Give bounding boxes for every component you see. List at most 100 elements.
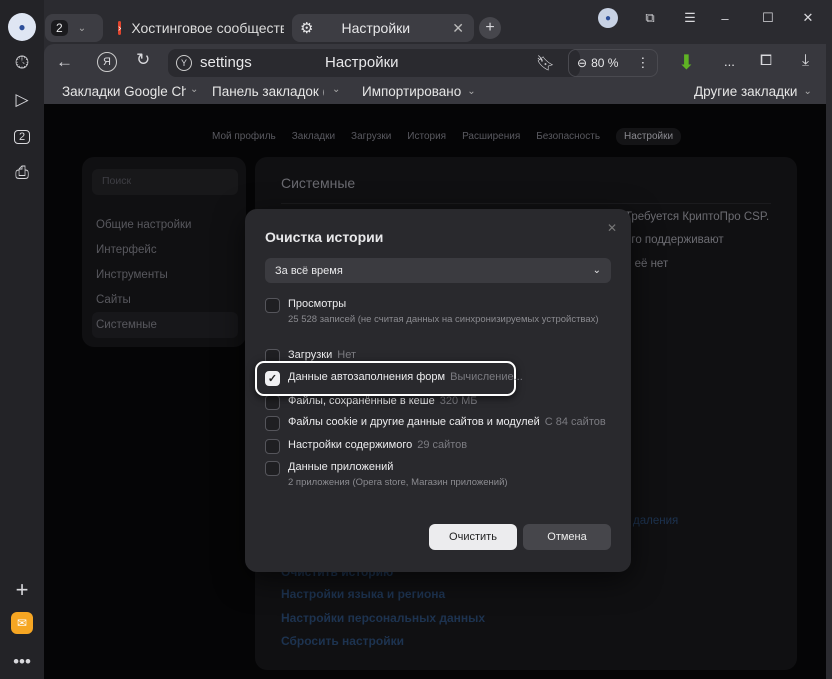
reload-icon[interactable]: ↻ bbox=[136, 50, 150, 70]
history-icon[interactable]: 🕓︎ bbox=[8, 49, 36, 77]
sidebar-item-sites[interactable]: Сайты bbox=[96, 294, 131, 306]
option-sub: 2 приложения (Opera store, Магазин прило… bbox=[288, 477, 508, 488]
chevron-down-icon: ⌄ bbox=[467, 86, 476, 97]
checkbox[interactable] bbox=[265, 416, 280, 431]
downloads-icon[interactable]: ⤓ bbox=[802, 52, 809, 70]
tab-settings[interactable]: ⚙ Настройки ✕ bbox=[292, 14, 474, 42]
bookmark-label: Другие закладки bbox=[694, 84, 798, 99]
bookmark-label: Панель закладок (Ec bbox=[212, 84, 324, 99]
setting-text: Требуется КриптоПро CSP. bbox=[625, 211, 770, 223]
option-cache[interactable]: Файлы, сохранённые в кеше 320 МБ bbox=[265, 395, 478, 410]
option-cookies[interactable]: Файлы cookie и другие данные сайтов и мо… bbox=[265, 416, 606, 431]
checkbox[interactable] bbox=[265, 298, 280, 313]
bookmark-label: Импортировано bbox=[362, 84, 462, 99]
checkbox-checked[interactable]: ✓ bbox=[265, 371, 280, 386]
option-label: Файлы, сохранённые в кеше bbox=[288, 395, 435, 407]
option-label: Загрузки bbox=[288, 349, 333, 361]
settings-search-input[interactable]: Поиск bbox=[92, 169, 238, 195]
checkbox[interactable] bbox=[265, 461, 280, 476]
nav-bookmarks[interactable]: Закладки bbox=[292, 131, 335, 142]
yandex-icon[interactable]: Я bbox=[97, 52, 117, 72]
minimize-icon[interactable]: – bbox=[715, 8, 735, 28]
setting-link[interactable]: даления bbox=[633, 515, 678, 527]
mail-icon[interactable]: ✉ bbox=[11, 612, 33, 634]
checkbox[interactable] bbox=[265, 395, 280, 410]
profile-avatar-icon[interactable]: ● bbox=[8, 13, 36, 41]
option-views[interactable]: Просмотры 25 528 записей (не считая данны… bbox=[265, 298, 599, 325]
nav-downloads[interactable]: Загрузки bbox=[351, 131, 391, 142]
add-icon[interactable]: + bbox=[8, 576, 36, 604]
checkbox[interactable] bbox=[265, 439, 280, 454]
option-label: Данные приложений bbox=[288, 461, 394, 473]
bookmark-label: Закладки Google Ch bbox=[62, 84, 186, 99]
clear-button[interactable]: Очистить bbox=[429, 524, 517, 550]
chevron-down-icon: ⌄ bbox=[190, 84, 199, 95]
dialog-title: Очистка истории bbox=[265, 229, 384, 245]
tab-title: Настройки bbox=[341, 20, 411, 36]
language-region-link[interactable]: Настройки языка и региона bbox=[281, 587, 445, 601]
profile-icon[interactable]: ● bbox=[598, 8, 618, 28]
option-autofill[interactable]: ✓ Данные автозаполнения форм Вычисление... bbox=[265, 371, 523, 386]
option-app-data[interactable]: Данные приложений 2 приложения (Opera sto… bbox=[265, 461, 508, 488]
toolbar: ← Я ↻ Y settings Настройки 🔖︎ ⊖ 80 % ⋮ ⬇… bbox=[44, 44, 826, 104]
bookmark-folder[interactable]: Панель закладок (Ec bbox=[212, 84, 324, 99]
section-title: Системные bbox=[281, 175, 356, 191]
kebab-menu-icon[interactable]: ⋮ bbox=[636, 55, 649, 71]
close-window-icon[interactable]: ✕ bbox=[798, 8, 818, 28]
sidebar-panel-icon[interactable]: ⧠ bbox=[760, 52, 772, 69]
bookmark-folder[interactable]: Закладки Google Ch bbox=[62, 84, 186, 99]
option-content-settings[interactable]: Настройки содержимого 29 сайтов bbox=[265, 439, 467, 454]
address-text: settings bbox=[200, 54, 252, 71]
other-bookmarks[interactable]: Другие закладки ⌄ bbox=[694, 84, 812, 99]
address-bar[interactable]: Y settings Настройки 🔖︎ bbox=[168, 49, 580, 77]
collections-icon[interactable]: ⧉ bbox=[640, 8, 660, 28]
back-icon[interactable]: ← bbox=[56, 52, 73, 72]
nav-settings[interactable]: Настройки bbox=[616, 128, 682, 145]
option-detail: С 84 сайтов bbox=[544, 416, 606, 428]
chevron-down-icon: ⌄ bbox=[803, 86, 812, 97]
tabs-count-icon[interactable]: 2 bbox=[13, 130, 31, 144]
nav-security[interactable]: Безопасность bbox=[536, 131, 600, 142]
more-icon[interactable]: ••• bbox=[8, 648, 36, 676]
nav-profile[interactable]: Мой профиль bbox=[212, 131, 276, 142]
tab-title: Хостинговое сообщество bbox=[131, 20, 284, 36]
tab-group-button[interactable]: 2 ⌄ bbox=[45, 14, 103, 42]
gear-icon: ⚙ bbox=[300, 20, 314, 37]
browser-sidebar: ● 🕓︎ ▷ 2 ⎙ + ✉ ••• bbox=[0, 0, 44, 679]
play-icon[interactable]: ▷ bbox=[8, 86, 36, 114]
option-sub: 25 528 записей (не считая данных на синх… bbox=[288, 314, 599, 325]
option-label: Данные автозаполнения форм bbox=[288, 371, 446, 383]
new-tab-button[interactable]: + bbox=[479, 17, 501, 39]
menu-icon[interactable]: ☰ bbox=[680, 8, 700, 28]
personal-data-link[interactable]: Настройки персональных данных bbox=[281, 611, 485, 625]
reset-settings-link[interactable]: Сбросить настройки bbox=[281, 634, 404, 648]
nav-extensions[interactable]: Расширения bbox=[462, 131, 520, 142]
extensions-more[interactable]: ... bbox=[724, 54, 735, 69]
option-label: Файлы cookie и другие данные сайтов и мо… bbox=[288, 416, 540, 428]
bookmark-icon[interactable]: 🔖︎ bbox=[536, 54, 555, 72]
site-favicon-icon: › bbox=[118, 21, 122, 35]
tab-count: 2 bbox=[51, 20, 68, 36]
zoom-out-icon: ⊖ bbox=[577, 56, 588, 70]
maximize-icon[interactable]: ☐ bbox=[758, 8, 778, 28]
chevron-down-icon: ⌄ bbox=[77, 22, 87, 34]
chevron-down-icon: ⌄ bbox=[332, 84, 341, 95]
sidebar-item-tools[interactable]: Инструменты bbox=[96, 269, 168, 281]
sidebar-item-interface[interactable]: Интерфейс bbox=[96, 244, 157, 256]
zoom-level: 80 % bbox=[591, 56, 619, 70]
period-select[interactable]: За всё время ⌄ bbox=[265, 258, 611, 283]
screenshot-icon[interactable]: ⎙ bbox=[8, 159, 36, 187]
zoom-indicator[interactable]: ⊖ 80 % ⋮ bbox=[568, 49, 658, 77]
cancel-button[interactable]: Отмена bbox=[523, 524, 611, 550]
nav-history[interactable]: История bbox=[407, 131, 446, 142]
close-icon[interactable]: ✕ bbox=[607, 221, 617, 235]
tab-hosting[interactable]: › Хостинговое сообщество bbox=[112, 14, 284, 42]
option-detail: 29 сайтов bbox=[417, 439, 468, 451]
yandex-browser-icon: Y bbox=[176, 55, 192, 71]
sidebar-item-general[interactable]: Общие настройки bbox=[96, 219, 191, 231]
bookmark-folder[interactable]: Импортировано ⌄ bbox=[362, 84, 476, 99]
address-page-title: Настройки bbox=[325, 54, 399, 71]
download-arrow-extension-icon[interactable]: ⬇ bbox=[678, 50, 695, 75]
close-tab-icon[interactable]: ✕ bbox=[452, 20, 464, 37]
sidebar-item-system[interactable]: Системные bbox=[96, 319, 157, 331]
